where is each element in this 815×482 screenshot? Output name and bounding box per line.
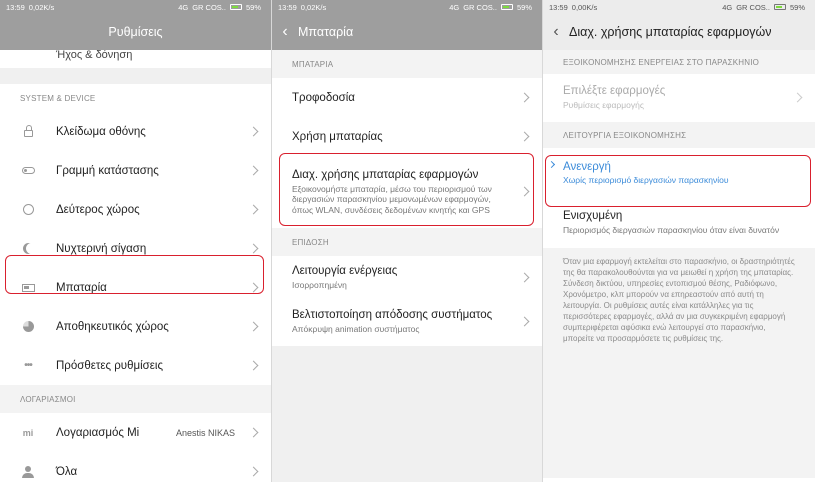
chevron-right-icon [792, 92, 803, 103]
choose-apps-item[interactable]: Επιλέξτε εφαρμογές Ρυθμίσεις εφαρμογής [543, 74, 815, 122]
settings-item-storage[interactable]: Αποθηκευτικός χώρος [0, 307, 271, 346]
status-bar: 13:59 0,00K/s 4G GR COS.. 59% [543, 0, 815, 14]
chevron-right-icon [248, 360, 259, 370]
back-arrow-icon[interactable]: ‹ [543, 24, 569, 40]
item-label: Πρόσθετες ρυθμίσεις [56, 359, 163, 372]
info-text: Όταν μια εφαρμογή εκτελείται στο παρασκή… [563, 257, 795, 343]
status-speed: 0,02K/s [28, 2, 55, 12]
chevron-right-icon [519, 316, 530, 327]
status-network: 4G [178, 2, 189, 12]
status-bar: 13:59 0,02K/s 4G GR COS.. 59% [0, 0, 271, 14]
chevron-right-icon [519, 92, 530, 102]
empty-area [272, 346, 542, 482]
highlight-box [279, 153, 534, 226]
storage-icon [20, 319, 36, 335]
status-battery: 59% [516, 2, 532, 12]
status-carrier: GR COS.. [463, 2, 497, 12]
battery-status-icon [229, 4, 242, 10]
status-speed: 0,00K/s [571, 2, 598, 12]
battery-status-icon [773, 4, 786, 10]
item-label: Νυχτερινή σίγαση [56, 242, 147, 255]
battery-item-power-mode[interactable]: Λειτουργία ενέργειας Ισορροπημένη [272, 256, 542, 300]
item-label: Χρήση μπαταρίας [292, 130, 383, 143]
status-carrier: GR COS.. [736, 2, 770, 12]
more-icon: ••• [24, 360, 32, 371]
chevron-right-icon [248, 427, 259, 437]
item-description: Περιορισμός διεργασιών παρασκηνίου όταν … [563, 225, 780, 236]
section-divider [0, 68, 271, 84]
item-description: Ισορροπημένη [292, 280, 347, 291]
second-space-icon [20, 202, 36, 218]
status-time: 13:59 [278, 2, 297, 12]
settings-item-lock-screen[interactable]: Κλείδωμα οθόνης [0, 112, 271, 151]
title-bar: Ρυθμίσεις [0, 14, 271, 50]
settings-item-second-space[interactable]: Δεύτερος χώρος [0, 190, 271, 229]
chevron-right-icon [248, 466, 259, 476]
section-header-battery: ΜΠΑΤΑΡΙΑ [272, 50, 542, 78]
battery-item-power-supply[interactable]: Τροφοδοσία [272, 78, 542, 117]
settings-item-all[interactable]: Όλα [0, 452, 271, 482]
section-header-accounts: ΛΟΓΑΡΙΑΣΜΟΙ [0, 385, 271, 413]
title-bar: ‹ Μπαταρία [272, 14, 542, 50]
item-label: Δεύτερος χώρος [56, 203, 140, 216]
item-label: Λογαριασμός Mi [56, 426, 140, 439]
settings-item-additional[interactable]: ••• Πρόσθετες ρυθμίσεις [0, 346, 271, 385]
status-network: 4G [722, 2, 733, 12]
status-battery: 59% [789, 2, 805, 12]
item-label: Όλα [56, 465, 78, 478]
mi-icon: mi [22, 427, 34, 438]
item-label: Επιλέξτε εφαρμογές [563, 85, 666, 98]
item-description: Ρυθμίσεις εφαρμογής [563, 100, 644, 111]
item-label: Γραμμή κατάστασης [56, 164, 159, 177]
status-bar: 13:59 0,02K/s 4G GR COS.. 59% [272, 0, 542, 14]
item-label: Λειτουργία ενέργειας [292, 265, 398, 278]
list-item-label: Ήχος & δόνηση [56, 50, 133, 61]
highlight-box [545, 155, 811, 207]
chevron-right-icon [248, 165, 259, 175]
info-section: Όταν μια εφαρμογή εκτελείται στο παρασκή… [543, 248, 815, 368]
status-speed: 0,02K/s [300, 2, 327, 12]
settings-item-status-bar[interactable]: Γραμμή κατάστασης [0, 151, 271, 190]
section-header-system: SYSTEM & DEVICE [20, 93, 96, 103]
item-label: Ενισχυμένη [563, 210, 623, 223]
item-description: Απόκρυψη animation συστήματος [292, 324, 420, 335]
chevron-right-icon [519, 272, 530, 283]
item-label: Κλείδωμα οθόνης [56, 125, 146, 138]
settings-screen: 13:59 0,02K/s 4G GR COS.. 59% Ρυθμίσεις … [0, 0, 271, 482]
toggle-icon [20, 163, 36, 179]
page-title: Ρυθμίσεις [108, 25, 163, 39]
chevron-right-icon [248, 126, 259, 136]
battery-status-icon [500, 4, 513, 10]
section-header-mode: ΛΕΙΤΟΥΡΓΙΑ ΕΞΟΙΚΟΝΟΜΗΣΗΣ [543, 122, 815, 148]
list-item-sound-cut[interactable]: Ήχος & δόνηση [0, 50, 271, 68]
battery-item-usage[interactable]: Χρήση μπαταρίας [272, 117, 542, 156]
empty-area [543, 368, 815, 478]
chevron-right-icon [519, 131, 530, 141]
section-header-performance: ΕΠΙΔΟΣΗ [272, 228, 542, 256]
item-label: Τροφοδοσία [292, 91, 355, 104]
lock-icon [20, 124, 36, 140]
account-name: Anestis NIKAS [175, 427, 235, 438]
item-label: Βελτιστοποίηση απόδοσης συστήματος [292, 309, 493, 322]
status-battery: 59% [245, 2, 261, 12]
item-label: Αποθηκευτικός χώρος [56, 320, 169, 333]
chevron-right-icon [248, 204, 259, 214]
user-icon [20, 464, 36, 480]
battery-item-optimize[interactable]: Βελτιστοποίηση απόδοσης συστήματος Απόκρ… [272, 300, 542, 344]
back-arrow-icon[interactable]: ‹ [272, 24, 298, 40]
page-title: Διαχ. χρήσης μπαταρίας εφαρμογών [569, 25, 772, 39]
title-bar: ‹ Διαχ. χρήσης μπαταρίας εφαρμογών [543, 14, 815, 50]
status-time: 13:59 [549, 2, 568, 12]
chevron-right-icon [248, 243, 259, 253]
chevron-right-icon [248, 321, 259, 331]
app-battery-screen: 13:59 0,00K/s 4G GR COS.. 59% ‹ Διαχ. χρ… [543, 0, 815, 482]
settings-item-mi-account[interactable]: mi Λογαριασμός Mi Anestis NIKAS [0, 413, 271, 452]
highlight-box [5, 255, 264, 294]
status-network: 4G [449, 2, 460, 12]
status-carrier: GR COS.. [192, 2, 226, 12]
battery-screen: 13:59 0,02K/s 4G GR COS.. 59% ‹ Μπαταρία… [272, 0, 542, 482]
section-header-background: ΕΞΟΙΚΟΝΟΜΗΣΗΣ ΕΝΕΡΓΕΙΑΣ ΣΤΟ ΠΑΡΑΣΚΗΝΙΟ [543, 50, 815, 74]
page-title: Μπαταρία [298, 25, 354, 39]
status-time: 13:59 [6, 2, 25, 12]
